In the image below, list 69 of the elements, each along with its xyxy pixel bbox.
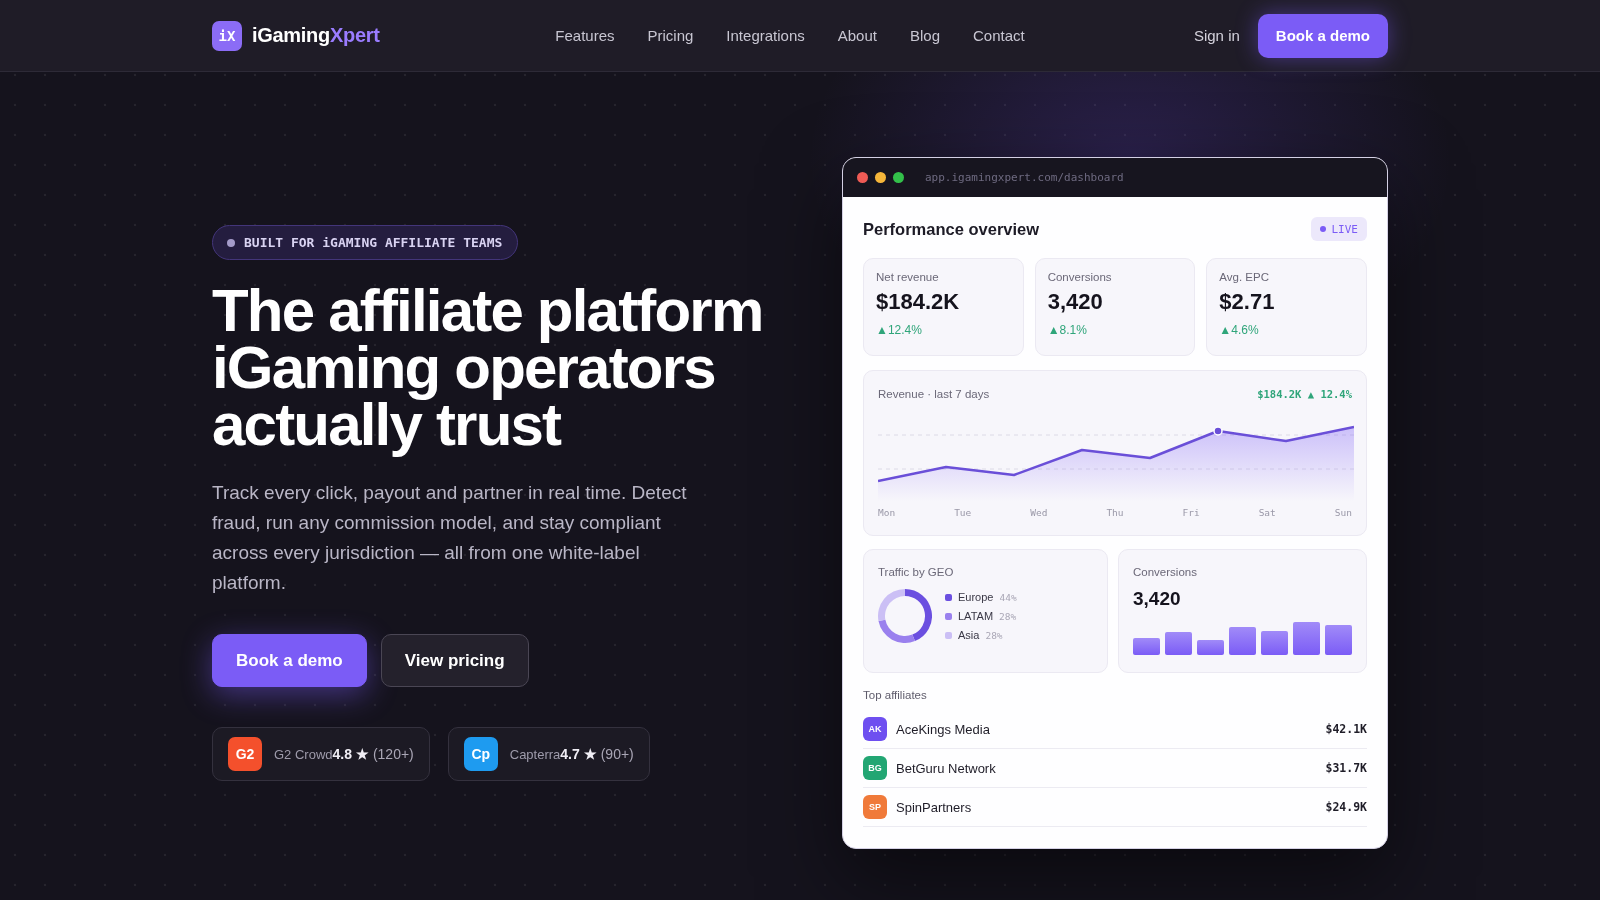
donut-slice [878, 589, 905, 622]
rating-source: G2 Crowd [274, 746, 333, 762]
legend-share: 28% [999, 610, 1017, 622]
stat-change: ▲8.1% [1047, 323, 1088, 337]
day-label: Wed [1030, 507, 1048, 518]
legend-label: Asia [958, 629, 980, 641]
stat-value: $184.2K [876, 289, 961, 315]
rating-logo: Cp [463, 737, 498, 771]
donut-slice [878, 619, 915, 643]
day-label: Mon [878, 507, 896, 518]
dot-icon [227, 238, 235, 247]
affiliate-name: AceKings Media [896, 721, 990, 737]
rating-score: 4.7 ★ [560, 746, 597, 762]
logo-text[interactable]: iGamingXpert [252, 24, 380, 47]
rating-logo: G2 [228, 737, 262, 771]
dot-icon [1319, 226, 1326, 232]
stat-value: 3,420 [1047, 289, 1104, 315]
legend-share: 44% [999, 591, 1017, 603]
view-pricing-button[interactable]: View pricing [380, 634, 529, 687]
card-title: Conversions [1133, 566, 1198, 578]
donut-slice [905, 589, 932, 642]
nav-link[interactable]: Pricing [647, 27, 694, 44]
nav-link[interactable]: Integrations [726, 27, 805, 44]
window-controls-icon [857, 172, 904, 183]
stat-change: ▲12.4% [876, 323, 923, 337]
rating-score: 4.8 ★ [332, 746, 369, 762]
rating-source: Capterra [509, 746, 561, 762]
review-count: (90+) [600, 746, 634, 762]
affiliate-amount: $31.7K [1325, 761, 1367, 775]
hero-description: Track every click, payout and partner in real time. Detect fraud, run any commission model, and stay compliant across every jurisdiction — all from one white-label platform. [212, 481, 688, 595]
book-demo-button[interactable]: Book a demo [212, 634, 367, 687]
nav-link[interactable]: Blog [909, 27, 940, 44]
legend-share: 28% [985, 629, 1003, 641]
nav-link[interactable]: Contact [973, 27, 1025, 44]
revenue-summary: $184.2K ▲ 12.4% [1257, 388, 1352, 400]
affiliate-name: SpinPartners [896, 799, 972, 815]
card-title: Traffic by GEO [878, 566, 955, 578]
live-label: LIVE [1331, 222, 1358, 236]
sign-in-link[interactable]: Sign in [1193, 27, 1240, 44]
day-label: Thu [1106, 507, 1124, 518]
logo-mark[interactable]: iX [212, 20, 242, 51]
stat-change: ▲4.6% [1219, 323, 1260, 337]
stat-label: Net revenue [876, 271, 940, 283]
affiliate-amount: $24.9K [1325, 800, 1367, 814]
day-label: Sat [1258, 507, 1276, 518]
donut-chart [878, 589, 932, 643]
book-demo-button[interactable]: Book a demo [1257, 13, 1388, 58]
url-text: app.igamingxpert.com/dashboard [925, 171, 1124, 184]
stat-label: Conversions [1047, 271, 1113, 283]
stat-label: Avg. EPC [1219, 271, 1270, 283]
initials-avatar: SP [863, 795, 887, 819]
day-label: Sun [1334, 507, 1352, 518]
legend-label: LATAM [958, 610, 994, 622]
chart-title: Revenue · last 7 days [878, 388, 990, 400]
conversions-value: 3,420 [1133, 588, 1182, 610]
section-title: Top affiliates [863, 689, 928, 701]
day-label: Fri [1182, 507, 1200, 518]
tagline-text: BUILT FOR iGAMING AFFILIATE TEAMS [244, 235, 503, 250]
affiliate-name: BetGuru Network [896, 760, 996, 776]
initials-avatar: BG [863, 756, 887, 780]
nav-link[interactable]: About [837, 27, 877, 44]
review-count: (120+) [372, 746, 414, 762]
initials-avatar: AK [863, 717, 887, 741]
legend-label: Europe [958, 591, 994, 603]
affiliate-amount: $42.1K [1325, 722, 1367, 736]
day-label: Tue [954, 507, 972, 518]
nav-link[interactable]: Features [555, 27, 615, 44]
stat-value: $2.71 [1219, 289, 1276, 315]
dashboard-title: Performance overview [863, 219, 1040, 239]
